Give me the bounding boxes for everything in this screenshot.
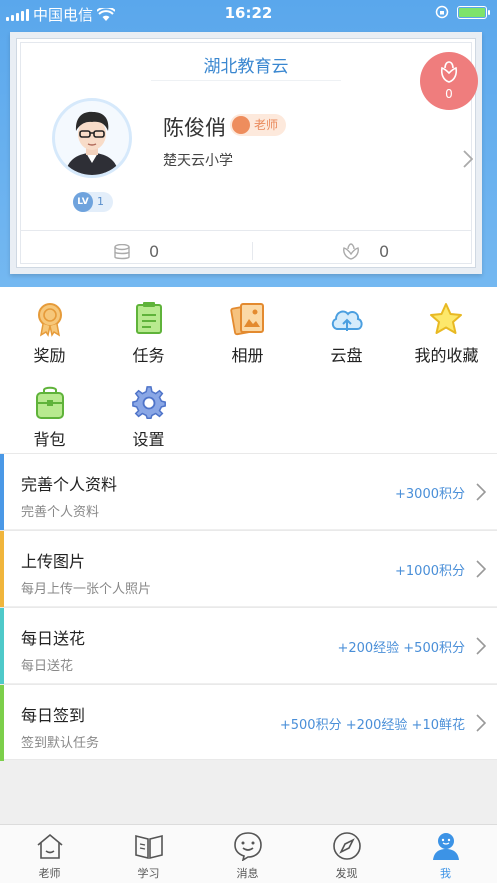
- role-badge: 老师: [230, 114, 287, 136]
- task-subtitle: 每日送花: [21, 659, 74, 674]
- menu-backpack-label: 背包: [33, 430, 66, 449]
- task-row-profile[interactable]: 完善个人资料 完善个人资料 +3000积分: [0, 453, 497, 530]
- album-icon: [230, 303, 264, 336]
- status-bar: 中国电信 16:22: [0, 0, 497, 26]
- task-title: 每日签到: [21, 706, 86, 725]
- menu-settings[interactable]: 设置: [99, 375, 198, 455]
- rotation-lock-icon: [435, 5, 449, 19]
- task-subtitle: 签到默认任务: [21, 736, 100, 751]
- tab-messages-label: 消息: [236, 867, 259, 880]
- task-title: 上传图片: [21, 552, 86, 571]
- cloud-drive-icon: [331, 310, 363, 331]
- tab-me[interactable]: 我: [396, 825, 495, 883]
- menu-album-label: 相册: [231, 346, 264, 365]
- level-badge: LV 1: [73, 192, 113, 212]
- message-icon: [234, 832, 262, 861]
- coin-count: 0: [149, 242, 160, 261]
- coins-icon: [114, 243, 130, 259]
- level-tag: LV: [73, 192, 93, 212]
- task-subtitle: 完善个人资料: [21, 505, 100, 520]
- flower-stat[interactable]: 0: [341, 242, 389, 261]
- tab-discover[interactable]: 发现: [297, 825, 396, 883]
- compass-icon: [333, 832, 361, 860]
- menu-award[interactable]: 奖励: [0, 291, 99, 371]
- clock: 16:22: [224, 4, 273, 22]
- coin-stat[interactable]: 0: [113, 242, 159, 261]
- task-title: 每日送花: [21, 629, 86, 648]
- teacher-badge-icon: [232, 116, 250, 134]
- tab-study-label: 学习: [137, 867, 160, 880]
- avatar[interactable]: [52, 98, 132, 178]
- award-icon: [38, 303, 62, 337]
- teacher-home-icon: [37, 833, 63, 859]
- school-name: 楚天云小学: [163, 153, 233, 169]
- task-subtitle: 每月上传一张个人照片: [21, 582, 152, 597]
- chevron-right-icon: [476, 483, 486, 501]
- profile-card[interactable]: 湖北教育云 0 LV 1 陈俊俏 老师 楚天云小学 0 0: [10, 32, 482, 274]
- backpack-icon: [36, 386, 64, 419]
- flower-badge-count: 0: [445, 87, 453, 101]
- app-title: 湖北教育云: [203, 57, 289, 77]
- menu-favorites[interactable]: 我的收藏: [396, 291, 497, 371]
- menu-award-label: 奖励: [33, 346, 66, 365]
- menu-task[interactable]: 任务: [99, 291, 198, 371]
- task-reward: +500积分 +200经验 +10鲜花: [279, 718, 465, 733]
- menu-favorites-label: 我的收藏: [414, 346, 479, 365]
- task-title: 完善个人资料: [21, 475, 118, 494]
- menu-cloud-drive[interactable]: 云盘: [297, 291, 396, 371]
- task-row-upload[interactable]: 上传图片 每月上传一张个人照片 +1000积分: [0, 530, 497, 607]
- tab-messages[interactable]: 消息: [198, 825, 297, 883]
- book-icon: [135, 834, 163, 860]
- chevron-right-icon[interactable]: [463, 150, 473, 168]
- chevron-right-icon: [476, 560, 486, 578]
- menu-task-label: 任务: [132, 346, 165, 365]
- role-label: 老师: [254, 118, 279, 132]
- tab-bar: 老师 学习 消息 发现 我: [0, 824, 497, 883]
- task-reward: +1000积分: [395, 564, 465, 579]
- profile-header: 中国电信 16:22 湖北教育云 0 LV 1 陈俊俏 老师 楚天云小学 0 0: [0, 0, 497, 287]
- menu-backpack[interactable]: 背包: [0, 375, 99, 455]
- chevron-right-icon: [476, 714, 486, 732]
- tab-discover-label: 发现: [335, 867, 358, 880]
- gear-icon: [132, 386, 166, 420]
- flower-icon: [440, 61, 458, 83]
- menu-album[interactable]: 相册: [198, 291, 297, 371]
- level-value: 1: [97, 195, 104, 208]
- menu-settings-label: 设置: [132, 430, 165, 449]
- tab-teacher-label: 老师: [38, 867, 61, 880]
- tab-me-label: 我: [440, 867, 451, 880]
- battery-icon: [457, 5, 490, 19]
- task-reward: +3000积分: [395, 487, 465, 502]
- task-icon: [136, 302, 162, 334]
- task-row-checkin[interactable]: 每日签到 签到默认任务 +500积分 +200经验 +10鲜花: [0, 684, 497, 761]
- task-reward: +200经验 +500积分: [337, 641, 465, 656]
- task-row-flower[interactable]: 每日送花 每日送花 +200经验 +500积分: [0, 607, 497, 684]
- feature-grid: 奖励 任务 相册 云盘 我的收藏 背包 设置: [0, 287, 497, 453]
- chevron-right-icon: [476, 637, 486, 655]
- tab-study[interactable]: 学习: [99, 825, 198, 883]
- star-icon: [430, 303, 462, 334]
- lotus-icon: [343, 242, 359, 260]
- flower-count: 0: [379, 242, 390, 261]
- menu-cloud-drive-label: 云盘: [330, 346, 363, 365]
- flower-badge[interactable]: 0: [420, 52, 478, 110]
- user-name: 陈俊俏: [163, 116, 226, 140]
- profile-icon: [433, 833, 459, 860]
- tab-teacher[interactable]: 老师: [0, 825, 99, 883]
